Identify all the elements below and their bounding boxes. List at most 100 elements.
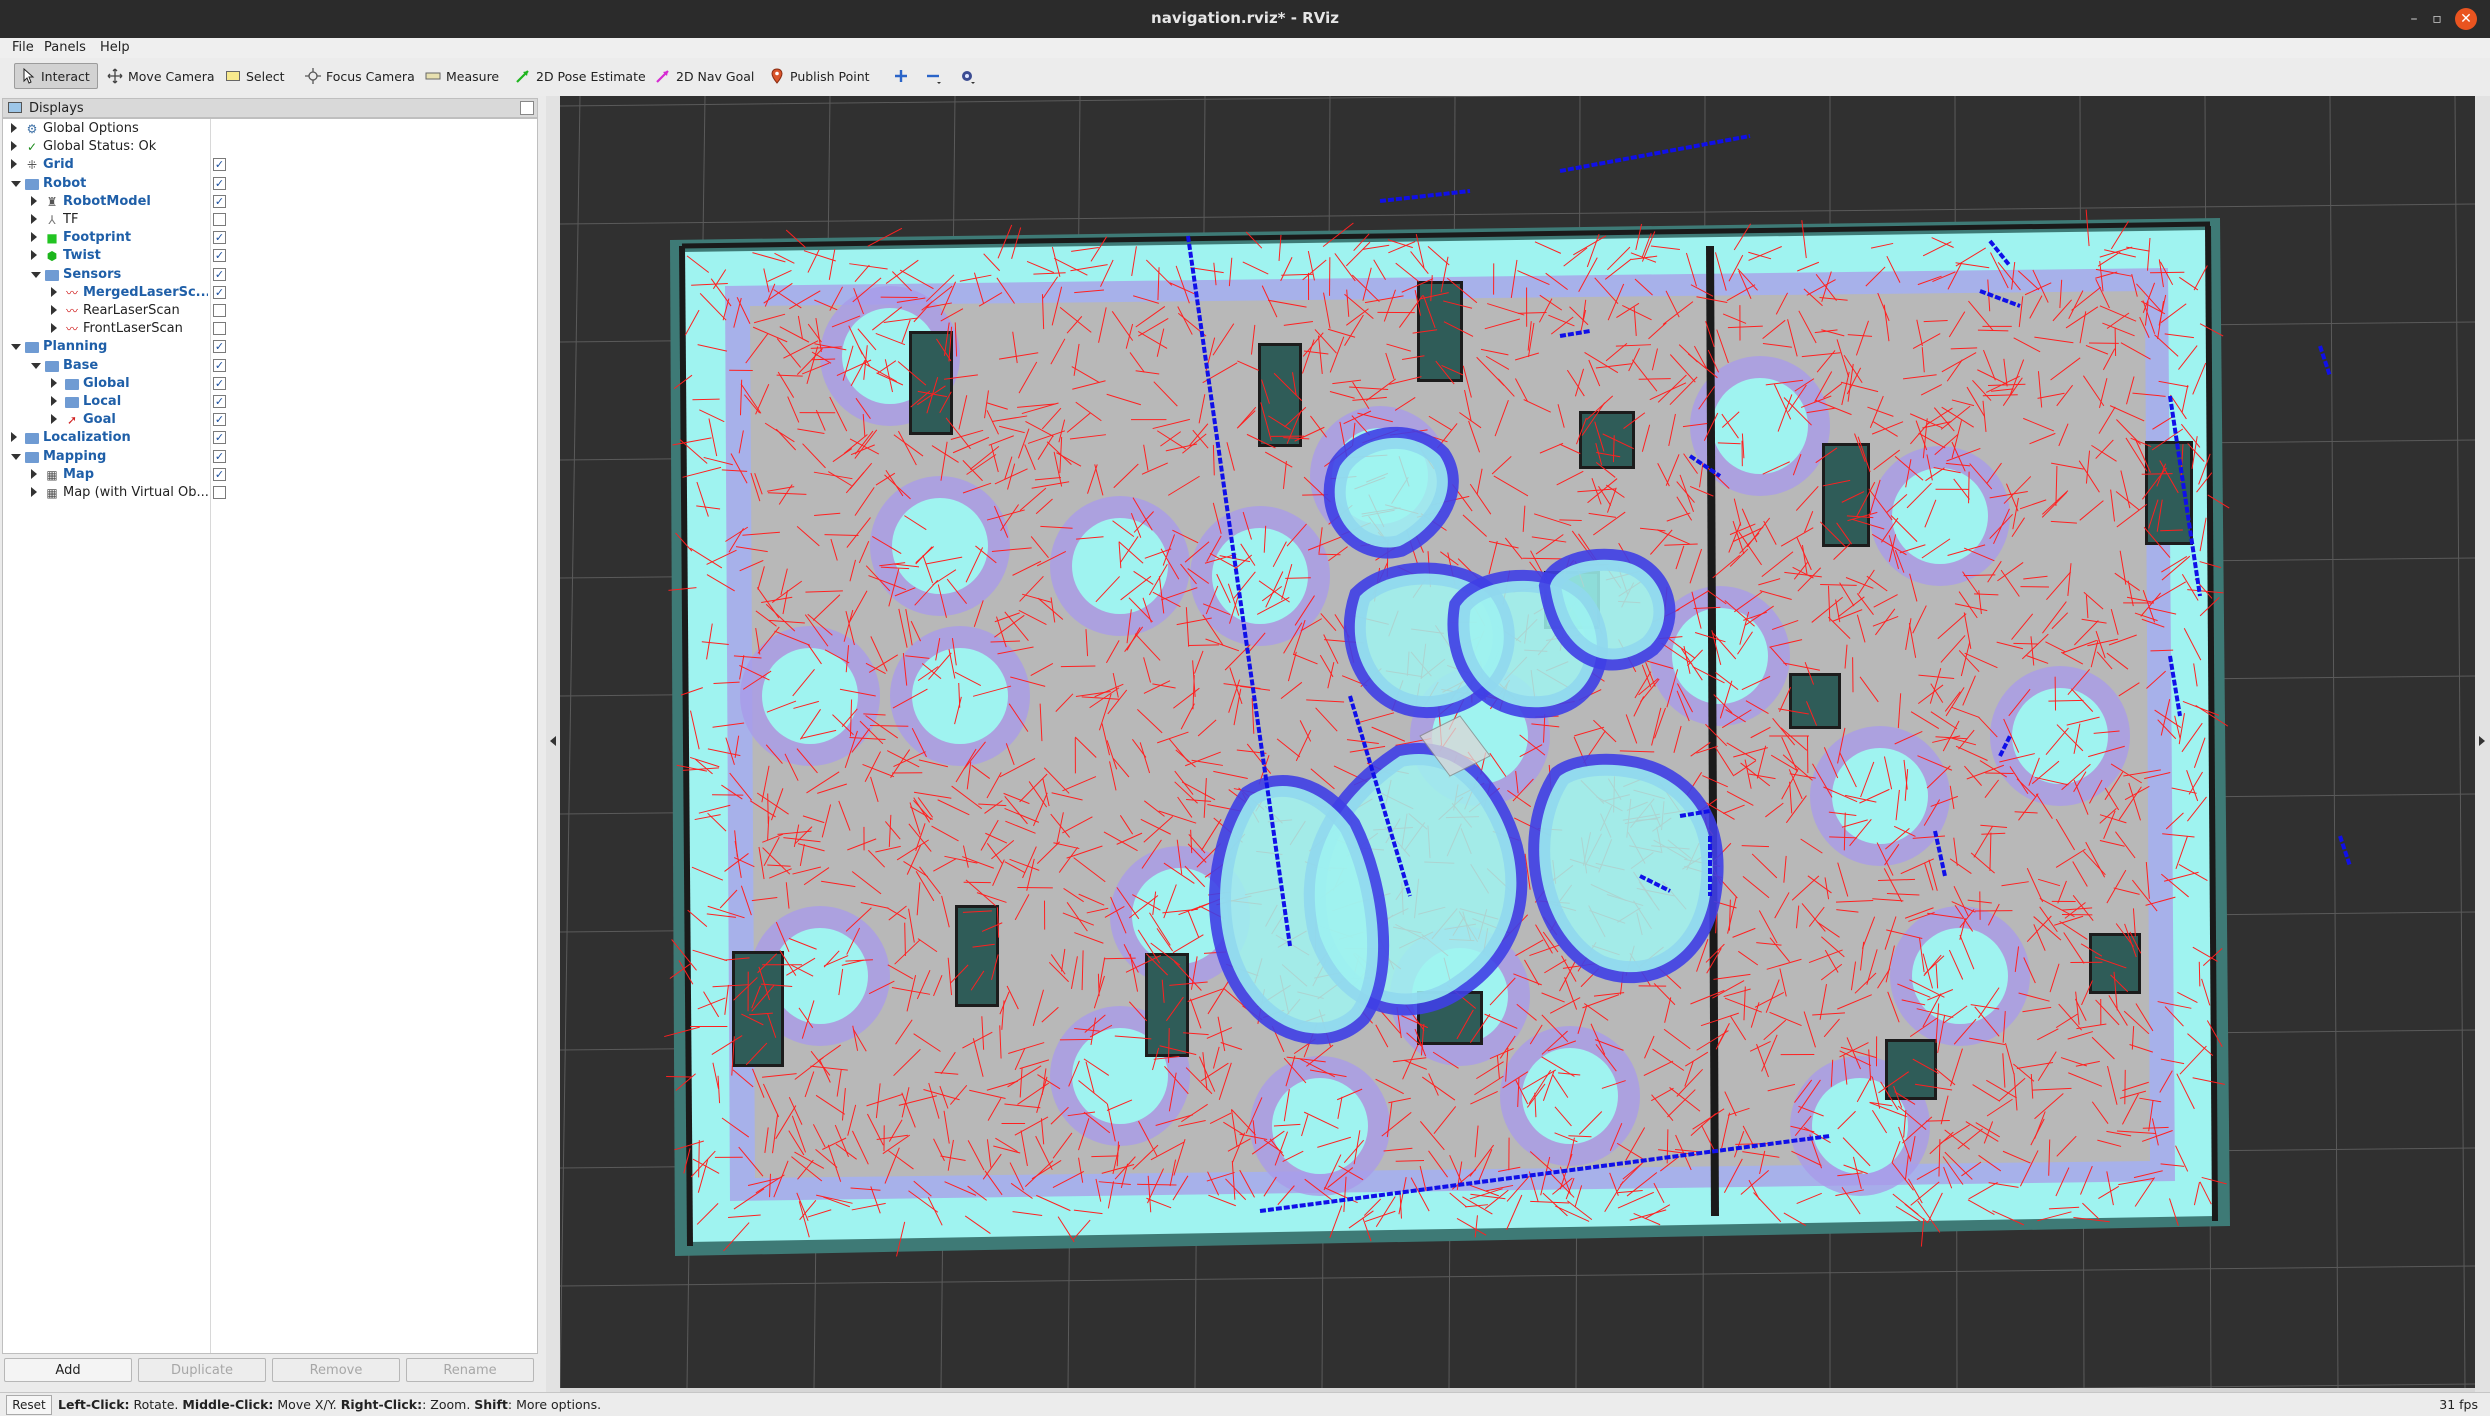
- display-label: TF: [63, 212, 78, 227]
- display-enable-checkbox[interactable]: ✓: [213, 431, 226, 444]
- collapsed-arrow-icon[interactable]: [11, 141, 17, 151]
- display-enable-checkbox[interactable]: ✓: [213, 195, 226, 208]
- undock-panel-button[interactable]: [520, 101, 534, 115]
- tool-2d-nav-goal-button[interactable]: 2D Nav Goal: [650, 63, 759, 89]
- camera-eye-icon: [959, 68, 975, 84]
- collapsed-arrow-icon[interactable]: [31, 196, 37, 206]
- display-enable-checkbox[interactable]: ✓: [213, 395, 226, 408]
- display-row-planning[interactable]: Planning✓: [3, 338, 537, 356]
- expanded-arrow-icon[interactable]: [11, 181, 21, 187]
- display-enable-checkbox[interactable]: ✓: [213, 158, 226, 171]
- tool-publish-point-button[interactable]: Publish Point: [764, 63, 875, 89]
- display-row-map[interactable]: ▦Map✓: [3, 466, 537, 484]
- display-enable-checkbox[interactable]: ✓: [213, 268, 226, 281]
- expand-right-arrow-icon[interactable]: [2479, 736, 2485, 746]
- displays-panel: Displays ⚙Global Options✓Global Status: …: [0, 96, 546, 1392]
- display-row-robotmodel[interactable]: ♜RobotModel✓: [3, 193, 537, 211]
- display-row-twist[interactable]: ⬢Twist✓: [3, 247, 537, 265]
- collapse-left-arrow-icon[interactable]: [550, 736, 556, 746]
- collapsed-arrow-icon[interactable]: [11, 123, 17, 133]
- laser-icon: 〰: [65, 322, 79, 336]
- display-row-localization[interactable]: Localization✓: [3, 429, 537, 447]
- display-row-global-options[interactable]: ⚙Global Options: [3, 120, 537, 138]
- folder-icon: [45, 361, 59, 372]
- display-row-mapping[interactable]: Mapping✓: [3, 448, 537, 466]
- display-enable-checkbox[interactable]: [213, 322, 226, 335]
- display-enable-checkbox[interactable]: [213, 304, 226, 317]
- duplicate-display-button[interactable]: Duplicate: [138, 1358, 266, 1382]
- render-viewport[interactable]: [560, 96, 2475, 1388]
- menu-file[interactable]: File: [12, 40, 34, 55]
- menu-panels[interactable]: Panels: [44, 40, 86, 55]
- menu-help[interactable]: Help: [100, 40, 130, 55]
- expanded-arrow-icon[interactable]: [31, 272, 41, 278]
- display-row-mergedlasersc[interactable]: 〰MergedLaserSc...✓: [3, 284, 537, 302]
- collapsed-arrow-icon[interactable]: [31, 250, 37, 260]
- display-row-base[interactable]: Base✓: [3, 357, 537, 375]
- collapsed-arrow-icon[interactable]: [51, 414, 57, 424]
- collapsed-arrow-icon[interactable]: [31, 214, 37, 224]
- display-enable-checkbox[interactable]: ✓: [213, 177, 226, 190]
- collapsed-arrow-icon[interactable]: [11, 159, 17, 169]
- display-enable-checkbox[interactable]: ✓: [213, 413, 226, 426]
- particle-arrow: [1559, 520, 1581, 521]
- display-row-goal[interactable]: ➚Goal✓: [3, 411, 537, 429]
- tool-select-button[interactable]: Select: [220, 63, 290, 89]
- expanded-arrow-icon[interactable]: [31, 363, 41, 369]
- remove-display-button[interactable]: Remove: [272, 1358, 400, 1382]
- close-button[interactable]: ✕: [2455, 8, 2477, 30]
- display-row-tf[interactable]: ⅄TF: [3, 211, 537, 229]
- display-row-map-with-virtual-ob[interactable]: ▦Map (with Virtual Ob...: [3, 484, 537, 502]
- collapsed-arrow-icon[interactable]: [51, 287, 57, 297]
- display-row-footprint[interactable]: ■Footprint✓: [3, 229, 537, 247]
- display-row-rearlaserscan[interactable]: 〰RearLaserScan: [3, 302, 537, 320]
- display-row-global[interactable]: Global✓: [3, 375, 537, 393]
- collapsed-arrow-icon[interactable]: [11, 432, 17, 442]
- collapsed-arrow-icon[interactable]: [31, 232, 37, 242]
- display-enable-checkbox[interactable]: [213, 486, 226, 499]
- collapsed-arrow-icon[interactable]: [31, 469, 37, 479]
- display-enable-checkbox[interactable]: ✓: [213, 249, 226, 262]
- display-row-robot[interactable]: Robot✓: [3, 175, 537, 193]
- tool-measure-button[interactable]: Measure: [420, 63, 504, 89]
- display-enable-checkbox[interactable]: ✓: [213, 450, 226, 463]
- display-enable-checkbox[interactable]: ✓: [213, 286, 226, 299]
- tool-move-camera-button[interactable]: Move Camera: [102, 63, 220, 89]
- tool-focus-camera-button[interactable]: Focus Camera: [300, 63, 420, 89]
- right-panel-strip[interactable]: [2475, 96, 2490, 1392]
- folder-icon: [25, 452, 39, 463]
- add-display-button[interactable]: Add: [4, 1358, 132, 1382]
- collapsed-arrow-icon[interactable]: [51, 378, 57, 388]
- expanded-arrow-icon[interactable]: [11, 454, 21, 460]
- display-row-local[interactable]: Local✓: [3, 393, 537, 411]
- display-label: Map (with Virtual Ob...: [63, 485, 208, 500]
- display-enable-checkbox[interactable]: ✓: [213, 359, 226, 372]
- collapsed-arrow-icon[interactable]: [51, 305, 57, 315]
- maximize-button[interactable]: ▫: [2426, 8, 2448, 30]
- collapsed-arrow-icon[interactable]: [51, 323, 57, 333]
- display-row-frontlaserscan[interactable]: 〰FrontLaserScan: [3, 320, 537, 338]
- collapsed-arrow-icon[interactable]: [31, 487, 37, 497]
- reset-button[interactable]: Reset: [6, 1395, 52, 1415]
- display-enable-checkbox[interactable]: ✓: [213, 377, 226, 390]
- tool-2d-pose-estimate-button[interactable]: 2D Pose Estimate: [510, 63, 651, 89]
- map-scene[interactable]: [560, 96, 2475, 1388]
- remove-tool-button[interactable]: [920, 63, 950, 89]
- tool-properties-button[interactable]: [954, 63, 984, 89]
- add-tool-button[interactable]: [888, 63, 914, 89]
- display-enable-checkbox[interactable]: ✓: [213, 231, 226, 244]
- panel-splitter[interactable]: [546, 96, 560, 1392]
- minimize-button[interactable]: –: [2403, 8, 2425, 30]
- plus-icon: [893, 68, 909, 84]
- collapsed-arrow-icon[interactable]: [51, 396, 57, 406]
- display-enable-checkbox[interactable]: ✓: [213, 468, 226, 481]
- display-row-global-status-ok[interactable]: ✓Global Status: Ok: [3, 138, 537, 156]
- rename-display-button[interactable]: Rename: [406, 1358, 534, 1382]
- display-row-sensors[interactable]: Sensors✓: [3, 266, 537, 284]
- display-row-grid[interactable]: ⁜Grid✓: [3, 156, 537, 174]
- expanded-arrow-icon[interactable]: [11, 344, 21, 350]
- display-enable-checkbox[interactable]: ✓: [213, 340, 226, 353]
- display-enable-checkbox[interactable]: [213, 213, 226, 226]
- hint-part: : More options.: [508, 1397, 601, 1412]
- tool-interact-button[interactable]: Interact: [14, 63, 98, 89]
